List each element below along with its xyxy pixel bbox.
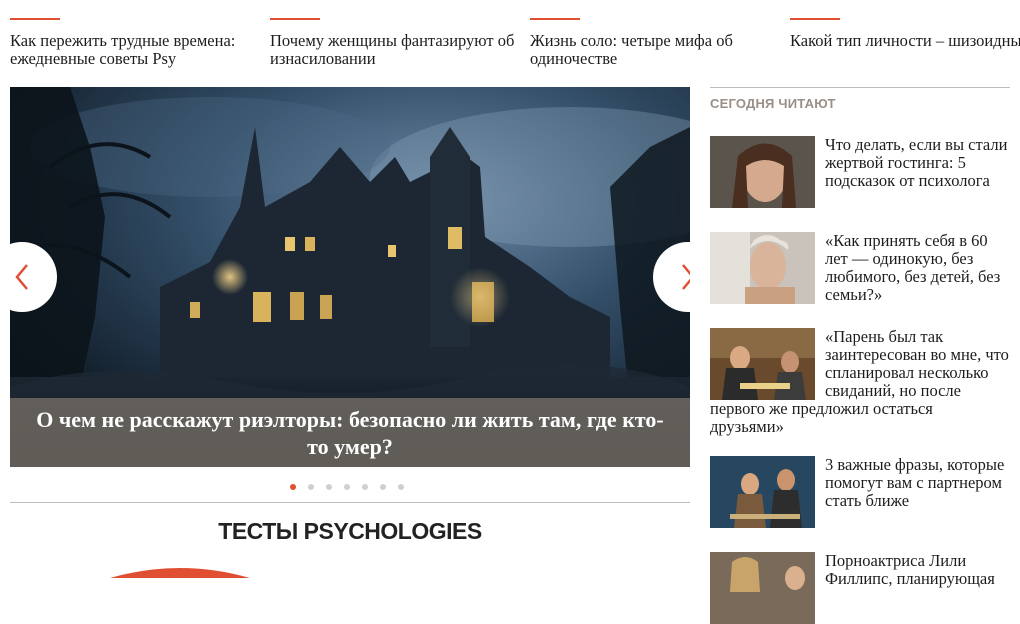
slider-dot-5[interactable] (362, 484, 368, 490)
slider-dot-4[interactable] (344, 484, 350, 490)
sidebar-heading: СЕГОДНЯ ЧИТАЮТ (710, 96, 836, 111)
article-thumbnail[interactable] (710, 136, 815, 208)
sidebar-article-4[interactable]: 3 важные фразы, которые помогут вам с па… (710, 456, 1010, 528)
sidebar-article-5[interactable]: Порноактриса Лили Филлипс, планирующая (710, 552, 1010, 624)
slider-dot-2[interactable] (308, 484, 314, 490)
article-thumbnail[interactable] (710, 232, 815, 304)
article-title[interactable]: Порноактриса Лили Филлипс, планирующая (825, 551, 995, 588)
chevron-left-icon (15, 264, 28, 290)
accent-bar (10, 18, 60, 20)
top-article-title[interactable]: Почему женщины фантазируют об изнасилова… (270, 32, 520, 68)
article-title[interactable]: Что делать, если вы стали жертвой гостин… (825, 135, 1007, 190)
top-article-1[interactable]: Как пережить трудные времена: ежедневные… (10, 18, 260, 68)
top-article-title[interactable]: Как пережить трудные времена: ежедневные… (10, 32, 260, 68)
top-article-title[interactable]: Какой тип личности – шизоидный? (790, 32, 1020, 50)
slider-pagination (290, 484, 404, 492)
article-thumbnail[interactable] (710, 328, 815, 400)
divider (10, 502, 690, 503)
article-thumbnail[interactable] (710, 456, 815, 528)
sidebar-article-1[interactable]: Что делать, если вы стали жертвой гостин… (710, 136, 1010, 208)
slide-caption-box[interactable]: О чем не расскажут риэлторы: безопасно л… (10, 398, 690, 467)
top-article-3[interactable]: Жизнь соло: четыре мифа об одиночестве (530, 18, 780, 68)
sidebar-article-2[interactable]: «Как принять себя в 60 лет — одинокую, б… (710, 232, 1010, 304)
article-title[interactable]: «Как принять себя в 60 лет — одинокую, б… (825, 231, 1000, 304)
slider-dot-3[interactable] (326, 484, 332, 490)
article-thumbnail[interactable] (710, 552, 815, 624)
hero-slider[interactable]: О чем не расскажут риэлторы: безопасно л… (10, 87, 690, 467)
tests-heading: ТЕСТЫ PSYCHOLOGIES (218, 518, 482, 544)
sidebar-article-3[interactable]: «Парень был так заинтересован во мне, чт… (710, 328, 1010, 436)
slider-dot-1[interactable] (290, 484, 296, 490)
top-article-4[interactable]: Какой тип личности – шизоидный? (790, 18, 1020, 50)
top-articles-strip: Как пережить трудные времена: ежедневные… (0, 0, 1020, 80)
accent-bar (270, 18, 320, 20)
chevron-right-icon (682, 264, 690, 290)
sidebar-divider (710, 87, 1010, 88)
slide-caption[interactable]: О чем не расскажут риэлторы: безопасно л… (30, 406, 670, 460)
accent-bar (790, 18, 840, 20)
slider-dot-6[interactable] (380, 484, 386, 490)
article-title[interactable]: 3 важные фразы, которые помогут вам с па… (825, 455, 1004, 510)
accent-bar (530, 18, 580, 20)
top-article-title[interactable]: Жизнь соло: четыре мифа об одиночестве (530, 32, 780, 68)
sidebar: СЕГОДНЯ ЧИТАЮТ Что делать, если вы стали… (710, 87, 1010, 624)
top-article-2[interactable]: Почему женщины фантазируют об изнасилова… (270, 18, 520, 68)
slider-dot-7[interactable] (398, 484, 404, 490)
